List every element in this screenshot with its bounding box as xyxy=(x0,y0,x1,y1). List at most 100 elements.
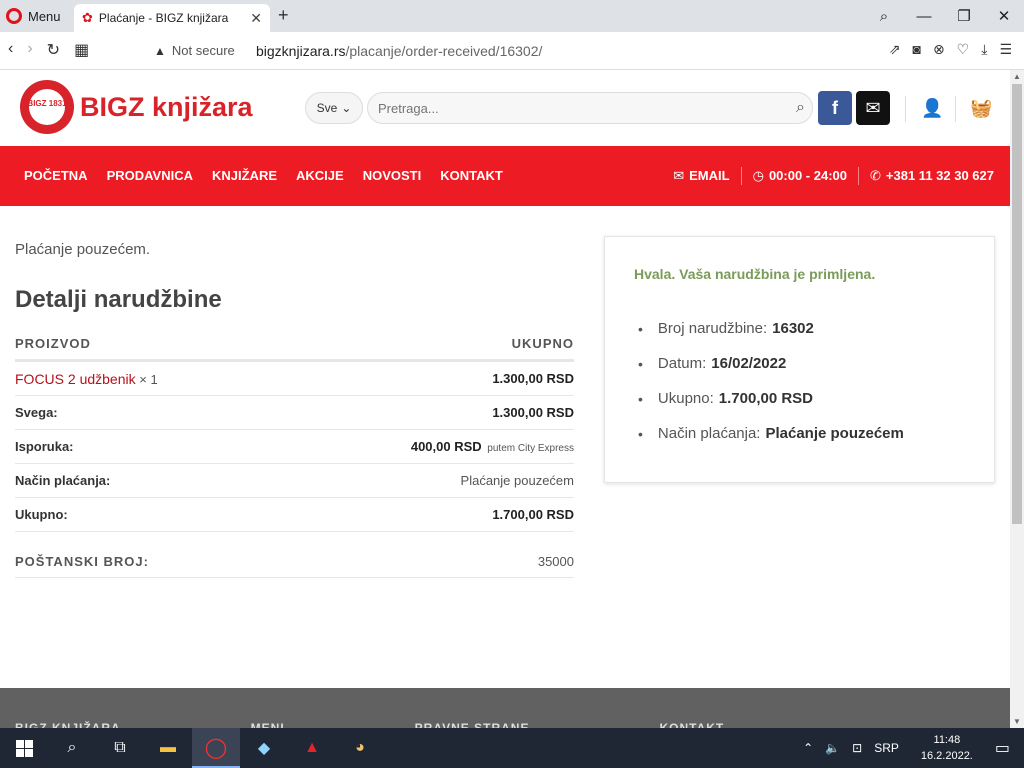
nav-item-pocetna[interactable]: POČETNA xyxy=(24,168,88,183)
facebook-icon[interactable]: f xyxy=(818,91,852,125)
payment-method-label: Način plaćanja: xyxy=(15,473,111,488)
notepad-app-icon[interactable]: ◆ xyxy=(240,728,288,768)
search-category-select[interactable]: Sve ⌄ xyxy=(305,92,363,124)
table-row: FOCUS 2 udžbenik × 1 1.300,00 RSD xyxy=(15,362,574,396)
taskbar-search-icon[interactable]: ⌕ xyxy=(48,728,96,768)
payment-note: Plaćanje pouzećem. xyxy=(15,241,151,258)
search-bar: Sve ⌄ ⌕ xyxy=(305,92,813,124)
pdf-reader-icon[interactable]: ▲ xyxy=(288,728,336,768)
start-button[interactable] xyxy=(0,728,48,768)
search-category-value: Sve xyxy=(316,101,338,115)
browser-search-icon[interactable]: ⌕ xyxy=(864,8,904,25)
network-icon[interactable]: ⊡ xyxy=(852,741,862,755)
clock-date: 16.2.2022. xyxy=(920,750,973,762)
window-controls: ⌕ — ❐ ✕ xyxy=(864,0,1024,32)
order-details-table: PROIZVOD UKUPNO FOCUS 2 udžbenik × 1 1.3… xyxy=(15,328,574,578)
site-header: BIGZ 1831 BIGZ knjižara Sve ⌄ ⌕ f ✉ 👤 🧺 xyxy=(0,70,1010,146)
page-scrollbar[interactable]: ▲ ▼ xyxy=(1010,70,1024,728)
nav-item-knjizare[interactable]: KNJIŽARE xyxy=(212,168,277,183)
postal-code-row: POŠTANSKI BROJ: 35000 xyxy=(15,548,574,578)
paint-app-icon[interactable]: ◕ xyxy=(336,728,384,768)
speed-dial-icon[interactable]: ▦ xyxy=(74,40,89,60)
back-icon[interactable]: ‹ xyxy=(8,40,13,60)
browser-tab-active[interactable]: ✿ Plaćanje - BIGZ knjižara ✕ xyxy=(74,4,270,32)
reload-icon[interactable]: ↻ xyxy=(47,40,60,60)
nav-item-novosti[interactable]: NOVOSTI xyxy=(363,168,422,183)
nav-item-prodavnica[interactable]: PRODAVNICA xyxy=(107,168,193,183)
subtotal-value: 1.300,00 RSD xyxy=(492,405,574,420)
main-navigation: POČETNA PRODAVNICA KNJIŽARE AKCIJE NOVOS… xyxy=(0,146,1010,206)
bigz-emblem-icon: BIGZ 1831 xyxy=(20,80,74,134)
order-summary-list: Broj narudžbine:16302 Datum:16/02/2022 U… xyxy=(638,311,904,451)
file-explorer-icon[interactable]: ▬ xyxy=(144,728,192,768)
table-row: Ukupno: 1.700,00 RSD xyxy=(15,498,574,532)
postal-code-value: 35000 xyxy=(537,554,574,569)
tab-close-icon[interactable]: ✕ xyxy=(250,10,262,27)
adblock-icon[interactable]: ⊗ xyxy=(933,41,945,58)
browser-toolbar: ⇗ ◙ ⊗ ♡ ⤓ ☰ xyxy=(889,41,1012,58)
close-window-icon[interactable]: ✕ xyxy=(984,7,1024,25)
clock[interactable]: 11:48 16.2.2022. xyxy=(915,732,979,764)
url-field[interactable]: bigzknjizara.rs/placanje/order-received/… xyxy=(256,43,542,59)
social-links: f ✉ xyxy=(818,91,890,125)
tab-title: Plaćanje - BIGZ knjižara xyxy=(98,11,229,25)
clock-time: 11:48 xyxy=(933,734,961,746)
language-indicator[interactable]: SRP xyxy=(874,741,899,755)
scroll-down-icon[interactable]: ▼ xyxy=(1013,717,1021,726)
chevron-down-icon: ⌄ xyxy=(341,101,352,115)
subtotal-label: Svega: xyxy=(15,405,58,420)
nav-email-link[interactable]: ✉ EMAIL xyxy=(673,168,729,184)
cart-basket-icon[interactable]: 🧺 xyxy=(970,98,992,119)
list-item: Ukupno:1.700,00 RSD xyxy=(638,381,904,416)
download-icon[interactable]: ⤓ xyxy=(981,41,987,58)
order-number: 16302 xyxy=(772,320,814,337)
table-row: Način plaćanja: Plaćanje pouzećem xyxy=(15,464,574,498)
easy-setup-icon[interactable]: ☰ xyxy=(999,41,1012,58)
heart-icon[interactable]: ♡ xyxy=(957,41,970,58)
list-item: Broj narudžbine:16302 xyxy=(638,311,904,346)
browser-tab-bar: Menu ✿ Plaćanje - BIGZ knjižara ✕ + ⌕ — … xyxy=(0,0,1024,32)
restore-icon[interactable]: ❐ xyxy=(944,7,984,25)
new-tab-icon[interactable]: + xyxy=(278,5,289,26)
order-payment-method: Plaćanje pouzećem xyxy=(765,425,904,442)
envelope-icon: ✉ xyxy=(673,168,685,183)
camera-icon[interactable]: ◙ xyxy=(912,41,920,58)
product-link[interactable]: FOCUS 2 udžbenik xyxy=(15,371,136,387)
nav-item-akcije[interactable]: AKCIJE xyxy=(296,168,344,183)
opera-taskbar-icon[interactable]: ◯ xyxy=(192,728,240,768)
nav-phone-link[interactable]: ✆ +381 11 32 30 627 xyxy=(870,168,994,184)
scroll-up-icon[interactable]: ▲ xyxy=(1013,72,1021,81)
system-tray: ⌃ 🔈 ⊡ SRP 11:48 16.2.2022. ▭ xyxy=(797,728,1024,768)
divider xyxy=(905,96,906,122)
forward-icon[interactable]: › xyxy=(27,40,32,60)
minimize-icon[interactable]: — xyxy=(904,8,944,25)
windows-taskbar: ⌕ ⧉ ▬ ◯ ◆ ▲ ◕ ⌃ 🔈 ⊡ SRP 11:48 16.2.2022.… xyxy=(0,728,1024,768)
table-header: PROIZVOD UKUPNO xyxy=(15,328,574,362)
divider xyxy=(858,167,859,185)
order-total: 1.700,00 RSD xyxy=(718,390,814,407)
tray-chevron-up-icon[interactable]: ⌃ xyxy=(803,741,813,755)
search-input[interactable] xyxy=(367,92,813,124)
divider xyxy=(740,167,742,185)
send-icon[interactable]: ⇗ xyxy=(889,41,901,58)
notifications-icon[interactable]: ▭ xyxy=(995,738,1010,758)
postal-code-label: POŠTANSKI BROJ: xyxy=(15,554,149,569)
scrollbar-thumb[interactable] xyxy=(1012,84,1022,524)
security-indicator[interactable]: ▲ Not secure xyxy=(154,43,235,58)
table-row: Isporuka: 400,00 RSD putem City Express xyxy=(15,430,574,464)
list-item: Način plaćanja:Plaćanje pouzećem xyxy=(638,416,904,451)
site-favicon-icon: ✿ xyxy=(82,10,93,25)
site-logo[interactable]: BIGZ 1831 BIGZ knjižara xyxy=(20,80,253,134)
nav-item-kontakt[interactable]: KONTAKT xyxy=(440,168,503,183)
task-view-icon[interactable]: ⧉ xyxy=(96,728,144,768)
url-domain: bigzknjizara.rs xyxy=(256,43,346,59)
url-path: /placanje/order-received/16302/ xyxy=(345,43,543,59)
order-received-content: Plaćanje pouzećem. Detalji narudžbine PR… xyxy=(0,206,1010,688)
address-bar: ‹ › ↻ ▦ ▲ Not secure bigzknjizara.rs/pla… xyxy=(0,32,1024,70)
opera-menu-button[interactable]: Menu xyxy=(6,6,61,26)
logo-text: BIGZ knjižara xyxy=(80,91,253,122)
search-icon[interactable]: ⌕ xyxy=(796,99,805,117)
user-account-icon[interactable]: 👤 xyxy=(921,98,943,119)
volume-icon[interactable]: 🔈 xyxy=(825,741,840,755)
mail-icon[interactable]: ✉ xyxy=(856,91,890,125)
